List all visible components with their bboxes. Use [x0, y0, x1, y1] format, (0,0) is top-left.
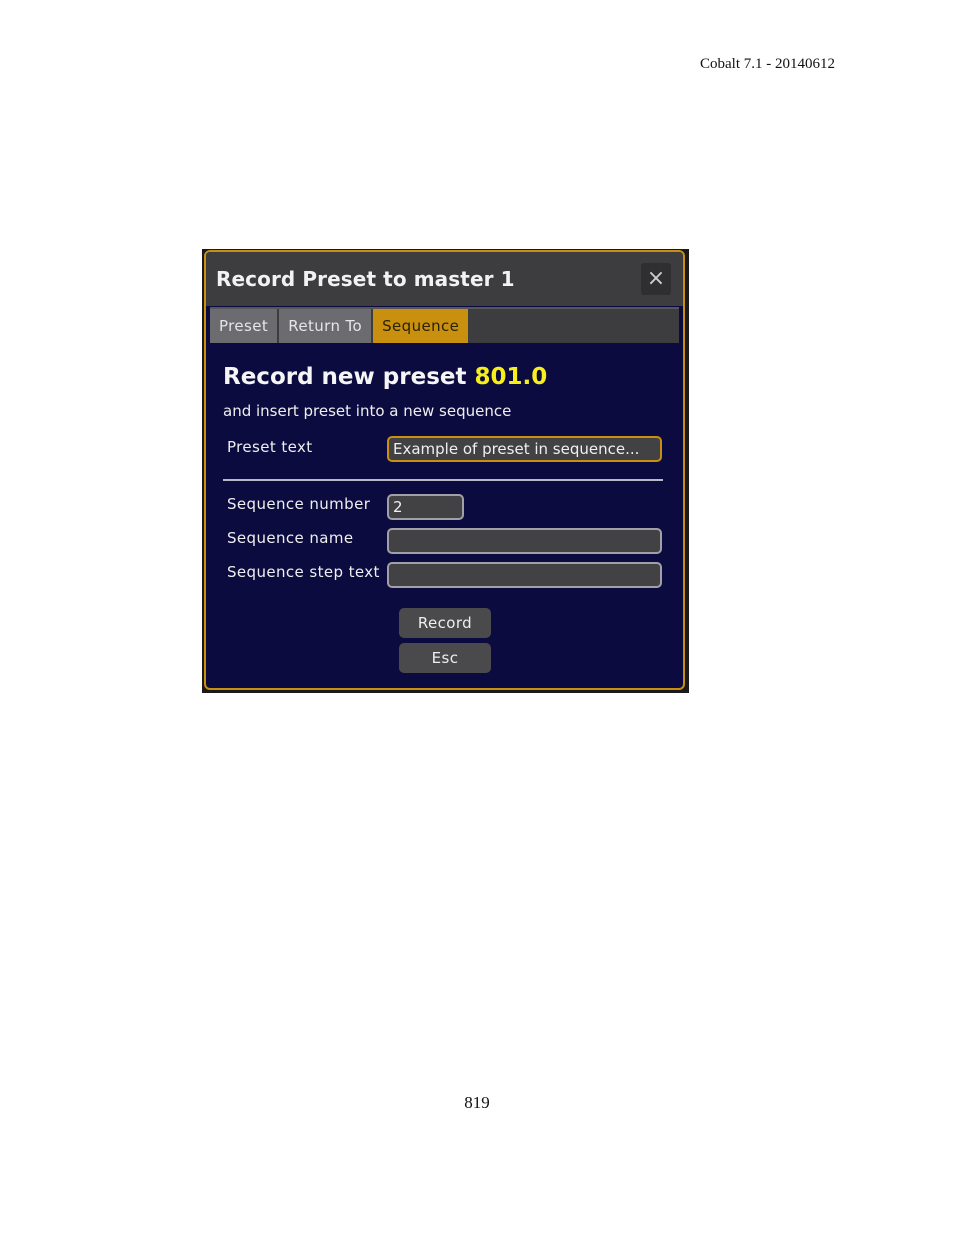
dialog-content: Record new preset 801.0 and insert prese… [206, 344, 683, 688]
dialog-titlebar: Record Preset to master 1 × [206, 252, 683, 306]
sequence-name-label: Sequence name [227, 529, 354, 547]
screenshot-frame: Record Preset to master 1 × Preset Retur… [202, 249, 689, 693]
preset-number: 801.0 [474, 364, 548, 390]
preset-text-input[interactable] [387, 436, 662, 462]
divider [223, 479, 663, 481]
record-preset-dialog: Record Preset to master 1 × Preset Retur… [204, 250, 685, 690]
tab-sequence[interactable]: Sequence [373, 309, 469, 343]
sequence-number-label: Sequence number [227, 495, 371, 513]
close-icon: × [646, 266, 666, 291]
sequence-step-text-label: Sequence step text [227, 563, 380, 581]
heading-text: Record new preset [223, 364, 467, 390]
sequence-number-input[interactable] [387, 494, 464, 520]
tab-preset[interactable]: Preset [210, 309, 278, 343]
close-button[interactable]: × [641, 263, 671, 295]
record-heading: Record new preset 801.0 [223, 364, 547, 390]
tab-return-to[interactable]: Return To [279, 309, 372, 343]
subheading: and insert preset into a new sequence [223, 402, 512, 420]
record-button[interactable]: Record [399, 608, 491, 638]
esc-button[interactable]: Esc [399, 643, 491, 673]
sequence-name-input[interactable] [387, 528, 662, 554]
dialog-title: Record Preset to master 1 [216, 267, 515, 291]
sequence-step-text-input[interactable] [387, 562, 662, 588]
page-number: 819 [464, 1093, 490, 1112]
page-header: Cobalt 7.1 - 20140612 [700, 56, 835, 72]
preset-text-label: Preset text [227, 438, 313, 456]
tab-bar: Preset Return To Sequence [210, 307, 679, 343]
